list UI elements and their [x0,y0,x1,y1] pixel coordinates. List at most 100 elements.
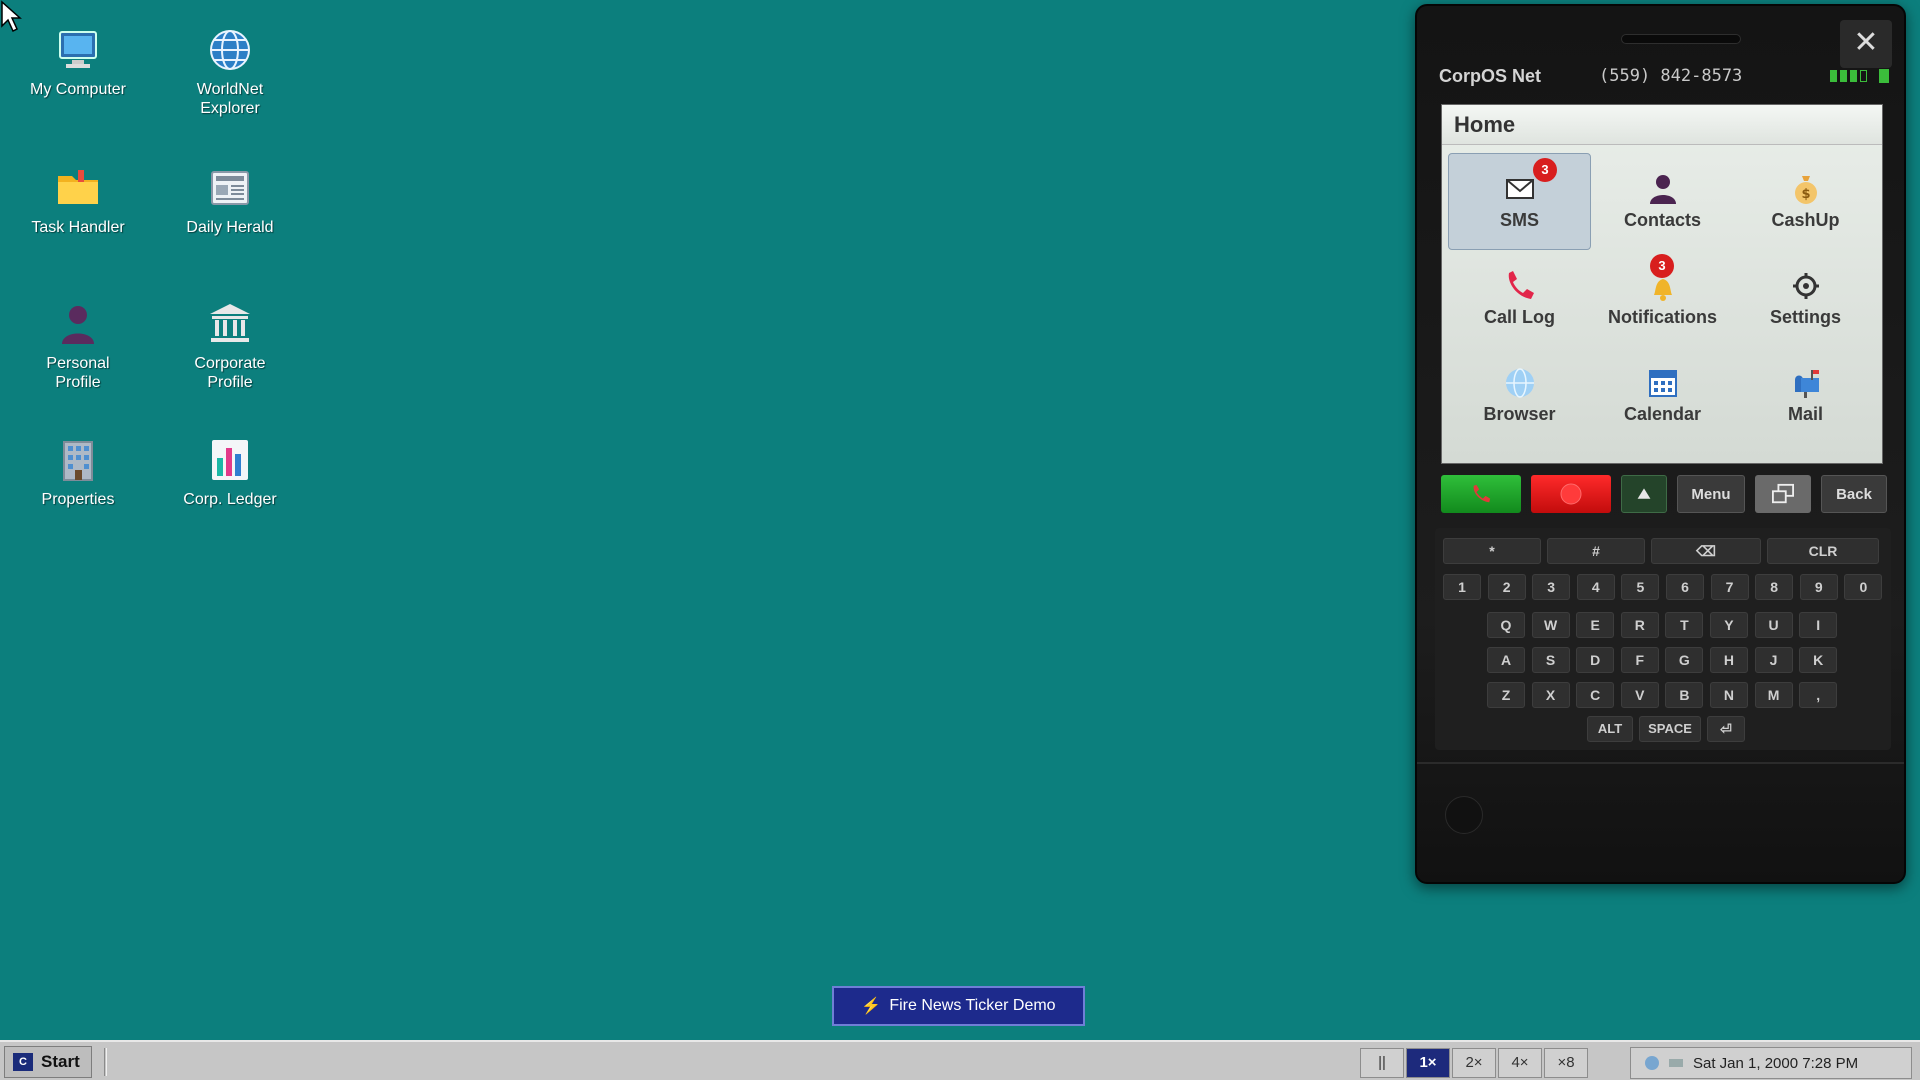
phone-divider [1417,762,1904,764]
desktop-icon-properties[interactable]: Properties [18,436,138,509]
mailbox-icon [1789,366,1823,400]
desktop-icon-label: Daily Herald [186,219,274,236]
desktop-icon-task-handler[interactable]: Task Handler [18,164,138,237]
call-button[interactable] [1441,475,1521,513]
key-g[interactable]: G [1665,647,1704,673]
key-clear[interactable]: CLR [1767,538,1879,564]
key-star[interactable]: * [1443,538,1541,564]
notification-badge: 3 [1650,254,1674,278]
speed-8x-button[interactable]: ×8 [1544,1048,1588,1078]
fire-news-ticker-button[interactable]: ⚡ Fire News Ticker Demo [832,986,1085,1026]
key-s[interactable]: S [1531,647,1570,673]
app-label: Notifications [1607,307,1717,327]
app-calendar[interactable]: Calendar [1591,347,1734,444]
key-4[interactable]: 4 [1576,574,1615,600]
desktop-icon-personal-profile[interactable]: Personal Profile [18,300,138,392]
key-u[interactable]: U [1754,612,1793,638]
menu-button[interactable]: Menu [1677,475,1745,513]
desktop-icon-label: Personal Profile [46,355,110,391]
key-x[interactable]: X [1531,682,1570,708]
phone-handset-icon [1473,484,1491,503]
app-mail[interactable]: Mail [1734,347,1877,444]
phone-keyboard: * # ⌫ CLR 1 2 3 4 5 6 7 8 9 0 Q W E R T … [1435,528,1891,750]
globe-icon [1503,366,1537,400]
app-label: SMS [1499,210,1539,230]
app-label: Call Log [1484,307,1555,327]
key-c[interactable]: C [1576,682,1615,708]
key-1[interactable]: 1 [1443,574,1481,600]
end-call-button[interactable] [1531,475,1611,513]
scroll-up-button[interactable] [1621,475,1667,513]
app-label: Browser [1483,404,1556,424]
phone-screen: Home 3 SMS Contacts $ CashUp Call Log 3 [1441,104,1883,464]
desktop-icon-my-computer[interactable]: My Computer [18,26,138,99]
desktop-icon-daily-herald[interactable]: Daily Herald [170,164,290,237]
app-sms[interactable]: 3 SMS [1448,153,1591,250]
key-backspace[interactable]: ⌫ [1651,538,1761,564]
switch-window-button[interactable] [1755,475,1811,513]
app-call-log[interactable]: Call Log [1448,250,1591,347]
key-w[interactable]: W [1531,612,1570,638]
trackball[interactable] [1445,796,1483,834]
key-k[interactable]: K [1799,647,1838,673]
desktop-icon-corp-ledger[interactable]: Corp. Ledger [170,436,290,509]
folder-icon [54,164,102,212]
key-n[interactable]: N [1709,682,1748,708]
taskbar-separator [104,1048,107,1076]
key-2[interactable]: 2 [1487,574,1526,600]
key-alt[interactable]: ALT [1587,716,1633,742]
key-5[interactable]: 5 [1621,574,1660,600]
key-3[interactable]: 3 [1532,574,1571,600]
key-q[interactable]: Q [1487,612,1525,638]
phone-status-bar: CorpOS Net (559) 842-8573 [1439,61,1889,91]
speed-1x-button[interactable]: 1× [1406,1048,1450,1078]
speed-4x-button[interactable]: 4× [1498,1048,1542,1078]
key-d[interactable]: D [1576,647,1615,673]
key-m[interactable]: M [1754,682,1793,708]
pause-button[interactable]: || [1360,1048,1404,1078]
key-enter[interactable]: ⏎ [1707,716,1745,742]
svg-text:$: $ [1801,187,1810,202]
key-j[interactable]: J [1754,647,1793,673]
desktop-icon-corporate-profile[interactable]: Corporate Profile [170,300,290,392]
app-settings[interactable]: Settings [1734,250,1877,347]
key-h[interactable]: H [1709,647,1748,673]
app-browser[interactable]: Browser [1448,347,1591,444]
app-label: Settings [1769,307,1841,327]
phone-number: (559) 842-8573 [1599,66,1743,86]
key-t[interactable]: T [1665,612,1704,638]
key-b[interactable]: B [1665,682,1704,708]
key-y[interactable]: Y [1709,612,1748,638]
key-hash[interactable]: # [1547,538,1645,564]
desktop-icon-worldnet-explorer[interactable]: WorldNet Explorer [170,26,290,118]
system-tray: Sat Jan 1, 2000 7:28 PM [1630,1047,1912,1079]
app-contacts[interactable]: Contacts [1591,153,1734,250]
bank-icon [206,300,254,348]
volume-icon [1669,1059,1683,1067]
key-8[interactable]: 8 [1755,574,1794,600]
speed-2x-button[interactable]: 2× [1452,1048,1496,1078]
app-label: Contacts [1623,210,1701,230]
start-button[interactable]: C Start [4,1046,92,1078]
back-button[interactable]: Back [1821,475,1887,513]
key-z[interactable]: Z [1487,682,1525,708]
key-i[interactable]: I [1799,612,1838,638]
key-f[interactable]: F [1620,647,1659,673]
speed-controls: || 1× 2× 4× ×8 [1360,1048,1588,1078]
phone-speaker [1621,34,1741,44]
key-6[interactable]: 6 [1665,574,1704,600]
key-9[interactable]: 9 [1799,574,1838,600]
app-cashup[interactable]: $ CashUp [1734,153,1877,250]
key-space[interactable]: SPACE [1639,716,1701,742]
key-e[interactable]: E [1576,612,1615,638]
screen-title: Home [1442,105,1882,145]
key-7[interactable]: 7 [1710,574,1749,600]
calendar-icon [1646,366,1680,400]
key-r[interactable]: R [1620,612,1659,638]
key-comma[interactable]: , [1799,682,1838,708]
app-notifications[interactable]: 3 Notifications [1591,250,1734,347]
phone-controls: Menu Back [1441,474,1887,514]
key-a[interactable]: A [1487,647,1525,673]
key-0[interactable]: 0 [1844,574,1883,600]
key-v[interactable]: V [1620,682,1659,708]
